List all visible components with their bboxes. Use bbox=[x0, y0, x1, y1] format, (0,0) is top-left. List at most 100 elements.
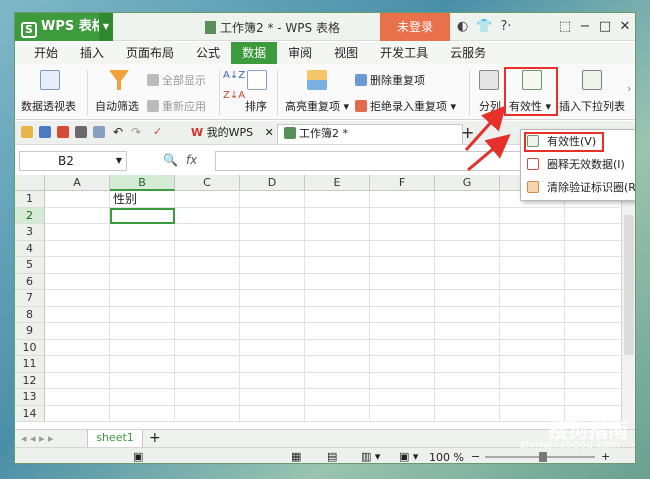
sort-desc-icon[interactable]: Z↓A bbox=[223, 90, 245, 101]
cell-C6[interactable] bbox=[175, 273, 240, 290]
zoom-in-icon[interactable]: + bbox=[601, 450, 610, 463]
cell-A9[interactable] bbox=[45, 323, 110, 340]
cell-D2[interactable] bbox=[240, 207, 305, 224]
cell-D13[interactable] bbox=[240, 389, 305, 406]
doc-tab-my-wps[interactable]: W 我的WPS ✕ bbox=[185, 124, 280, 144]
cell-B12[interactable] bbox=[110, 372, 175, 389]
cell-F4[interactable] bbox=[370, 240, 435, 257]
cell-H4[interactable] bbox=[500, 240, 565, 257]
row-header-2[interactable]: 2 bbox=[15, 207, 45, 224]
cell-E12[interactable] bbox=[305, 372, 370, 389]
open-icon[interactable] bbox=[21, 126, 33, 138]
show-all-button[interactable]: 全部显示 bbox=[147, 72, 206, 88]
page-layout-view-icon[interactable]: ▤ bbox=[327, 450, 337, 463]
cell-I3[interactable] bbox=[565, 224, 629, 241]
select-all-corner[interactable] bbox=[15, 175, 45, 191]
zoom-slider-thumb[interactable] bbox=[539, 452, 547, 462]
reapply-button[interactable]: 重新应用 bbox=[147, 98, 206, 114]
cell-A14[interactable] bbox=[45, 405, 110, 422]
cell-H5[interactable] bbox=[500, 257, 565, 274]
cell-G6[interactable] bbox=[435, 273, 500, 290]
zoom-out-icon[interactable]: − bbox=[471, 450, 480, 463]
tab-review[interactable]: 审阅 bbox=[277, 42, 323, 64]
cell-F10[interactable] bbox=[370, 339, 435, 356]
cell-D3[interactable] bbox=[240, 224, 305, 241]
cell-F11[interactable] bbox=[370, 356, 435, 373]
cell-D1[interactable] bbox=[240, 191, 305, 208]
cell-E8[interactable] bbox=[305, 306, 370, 323]
cell-H2[interactable] bbox=[500, 207, 565, 224]
sheet-nav-icons[interactable]: ◂ ◂ ▸ ▸ bbox=[21, 432, 54, 445]
cell-F14[interactable] bbox=[370, 405, 435, 422]
scroll-thumb[interactable] bbox=[624, 215, 634, 355]
cell-I6[interactable] bbox=[565, 274, 629, 290]
tab-formulas[interactable]: 公式 bbox=[185, 42, 231, 64]
tab-insert[interactable]: 插入 bbox=[69, 42, 115, 64]
minimize-icon[interactable]: − bbox=[575, 13, 595, 41]
cell-D5[interactable] bbox=[240, 257, 305, 274]
column-header-D[interactable]: D bbox=[240, 175, 305, 191]
cell-I10[interactable] bbox=[565, 340, 629, 356]
cell-H6[interactable] bbox=[500, 273, 565, 290]
row-header-3[interactable]: 3 bbox=[15, 224, 45, 241]
close-icon[interactable]: ✕ bbox=[265, 126, 274, 139]
row-header-13[interactable]: 13 bbox=[15, 389, 45, 406]
row-header-14[interactable]: 14 bbox=[15, 405, 45, 422]
cell-G2[interactable] bbox=[435, 207, 500, 224]
cell-H11[interactable] bbox=[500, 356, 565, 373]
cell-I4[interactable] bbox=[565, 241, 629, 257]
cell-H13[interactable] bbox=[500, 389, 565, 406]
cell-F13[interactable] bbox=[370, 389, 435, 406]
row-header-6[interactable]: 6 bbox=[15, 273, 45, 290]
page-break-view-icon[interactable]: ▥ ▾ bbox=[361, 450, 380, 463]
name-box[interactable]: B2 ▼ bbox=[19, 151, 127, 171]
cell-E7[interactable] bbox=[305, 290, 370, 307]
cell-G12[interactable] bbox=[435, 372, 500, 389]
close-icon[interactable]: ✕ bbox=[615, 13, 635, 41]
cell-B7[interactable] bbox=[110, 290, 175, 307]
cell-B14[interactable] bbox=[110, 405, 175, 422]
export-pdf-icon[interactable] bbox=[57, 126, 69, 138]
delete-duplicates-button[interactable]: 删除重复项 bbox=[355, 72, 425, 88]
cell-A8[interactable] bbox=[45, 306, 110, 323]
cell-H12[interactable] bbox=[500, 372, 565, 389]
maximize-icon[interactable]: □ bbox=[595, 13, 615, 41]
cell-C3[interactable] bbox=[175, 224, 240, 241]
cell-E5[interactable] bbox=[305, 257, 370, 274]
cell-D9[interactable] bbox=[240, 323, 305, 340]
cell-I2[interactable] bbox=[565, 208, 629, 224]
cell-G10[interactable] bbox=[435, 339, 500, 356]
help-icon[interactable]: ?· bbox=[501, 19, 512, 34]
row-header-4[interactable]: 4 bbox=[15, 240, 45, 257]
cell-B9[interactable] bbox=[110, 323, 175, 340]
cell-E1[interactable] bbox=[305, 191, 370, 208]
cell-C7[interactable] bbox=[175, 290, 240, 307]
shirt-icon[interactable]: 👕 bbox=[476, 19, 492, 34]
undo-icon[interactable]: ↶ bbox=[113, 125, 123, 139]
cell-A11[interactable] bbox=[45, 356, 110, 373]
cell-A7[interactable] bbox=[45, 290, 110, 307]
cell-F9[interactable] bbox=[370, 323, 435, 340]
row-header-10[interactable]: 10 bbox=[15, 339, 45, 356]
menu-item-circle-invalid[interactable]: 圈释无效数据(I) bbox=[527, 155, 625, 175]
cell-E2[interactable] bbox=[305, 207, 370, 224]
cell-E3[interactable] bbox=[305, 224, 370, 241]
cell-C11[interactable] bbox=[175, 356, 240, 373]
cell-G3[interactable] bbox=[435, 224, 500, 241]
cell-H10[interactable] bbox=[500, 339, 565, 356]
cell-G9[interactable] bbox=[435, 323, 500, 340]
app-menu-button[interactable]: S WPS 表格 ▼ bbox=[15, 13, 113, 41]
cell-D8[interactable] bbox=[240, 306, 305, 323]
column-header-F[interactable]: F bbox=[370, 175, 435, 191]
cell-G7[interactable] bbox=[435, 290, 500, 307]
column-header-A[interactable]: A bbox=[45, 175, 110, 191]
cell-A5[interactable] bbox=[45, 257, 110, 274]
column-header-B[interactable]: B bbox=[110, 175, 175, 191]
cell-C2[interactable] bbox=[175, 207, 240, 224]
save-icon[interactable] bbox=[39, 126, 51, 138]
tab-home[interactable]: 开始 bbox=[23, 42, 69, 64]
cell-A13[interactable] bbox=[45, 389, 110, 406]
menu-item-clear-circles[interactable]: 清除验证标识圈(R) bbox=[527, 178, 635, 198]
login-button[interactable]: 未登录 bbox=[380, 13, 450, 41]
cell-C12[interactable] bbox=[175, 372, 240, 389]
